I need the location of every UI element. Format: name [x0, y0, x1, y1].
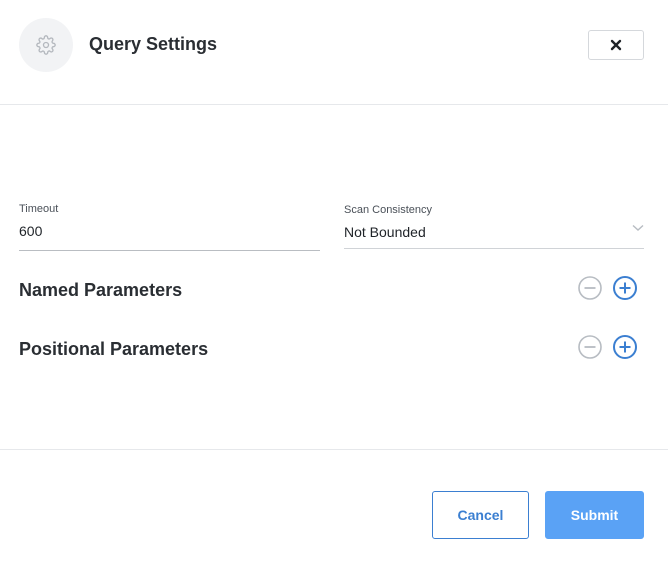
scan-consistency-value: Not Bounded — [344, 224, 426, 240]
plus-circle-icon[interactable] — [612, 275, 638, 301]
scan-consistency-label: Scan Consistency — [344, 204, 433, 216]
dialog-title: Query Settings — [89, 34, 218, 54]
timeout-field[interactable]: Timeout 600 — [19, 203, 320, 251]
submit-button[interactable]: Submit — [545, 491, 644, 539]
cancel-button[interactable]: Cancel — [432, 491, 529, 539]
timeout-label: Timeout — [19, 203, 59, 215]
dialog-footer: Cancel Submit — [0, 449, 668, 568]
timeout-input[interactable]: 600 — [19, 223, 320, 239]
positional-parameters-title: Positional Parameters — [19, 339, 209, 359]
plus-circle-icon[interactable] — [612, 334, 638, 360]
close-button[interactable] — [588, 30, 644, 60]
close-icon — [610, 39, 622, 51]
dialog-header: Query Settings — [0, 0, 668, 105]
scan-consistency-select[interactable]: Scan Consistency Not Bounded — [344, 204, 644, 249]
named-parameters-title: Named Parameters — [19, 280, 183, 300]
chevron-down-icon[interactable] — [632, 224, 644, 232]
minus-circle-icon[interactable] — [577, 334, 603, 360]
gear-icon — [19, 18, 73, 72]
minus-circle-icon[interactable] — [577, 275, 603, 301]
